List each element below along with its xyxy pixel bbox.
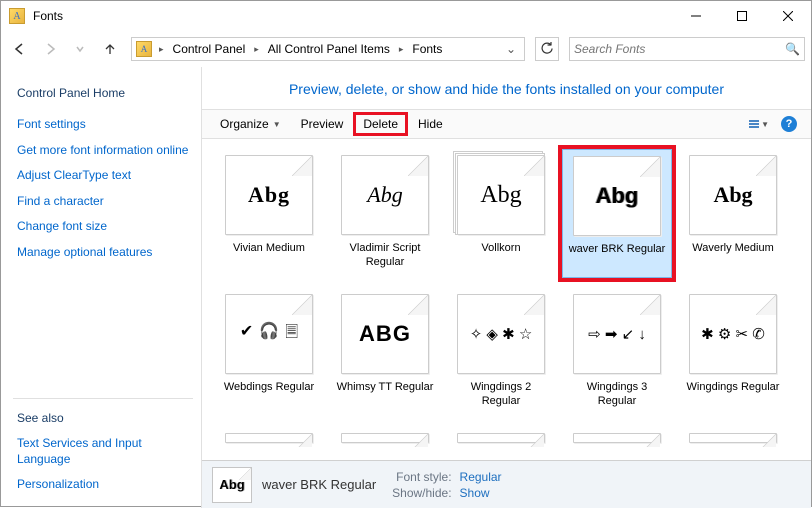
help-button[interactable]: ?	[775, 112, 803, 136]
sidebar-header: Control Panel Home	[13, 81, 193, 106]
details-label: Show/hide:	[392, 486, 451, 500]
chevron-right-icon: ▸	[396, 44, 407, 55]
font-item[interactable]: Abg Vivian Medium	[214, 149, 324, 278]
font-item[interactable]: ✔ 🎧 🗏 Webdings Regular	[214, 288, 324, 417]
font-item[interactable]	[214, 427, 324, 447]
chevron-right-icon: ▸	[156, 44, 167, 55]
font-grid: Abg Vivian Medium Abg Vladimir Script Re…	[202, 139, 811, 460]
view-options-button[interactable]: ▼	[743, 116, 775, 133]
font-item[interactable]	[562, 427, 672, 447]
window-controls	[673, 1, 811, 31]
close-button[interactable]	[765, 1, 811, 31]
sidebar-link-text-services[interactable]: Text Services and Input Language	[13, 431, 193, 472]
font-preview-icon	[689, 433, 777, 443]
details-icon: Abg	[212, 467, 252, 503]
font-item[interactable]: Abg Vladimir Script Regular	[330, 149, 440, 278]
sidebar-link-font-size[interactable]: Change font size	[13, 214, 193, 240]
search-box[interactable]: 🔍	[569, 37, 805, 61]
font-label: Vladimir Script Regular	[330, 239, 440, 276]
window-title: Fonts	[33, 9, 673, 23]
sidebar-link-personalization[interactable]: Personalization	[13, 472, 193, 498]
font-preview-icon: Abg	[457, 155, 545, 235]
sidebar-link-optional-features[interactable]: Manage optional features	[13, 240, 193, 266]
font-preview-icon	[341, 433, 429, 443]
font-item[interactable]	[330, 427, 440, 447]
font-item[interactable]: ✱ ⚙ ✂ ✆ Wingdings Regular	[678, 288, 788, 417]
font-preview-icon: Abg	[689, 155, 777, 235]
font-preview-icon: Abg	[341, 155, 429, 235]
font-preview-icon	[457, 433, 545, 443]
details-value: Show	[460, 486, 502, 500]
font-label: Wingdings Regular	[683, 378, 784, 408]
details-value: Regular	[460, 470, 502, 484]
folder-icon: A	[136, 41, 152, 57]
hide-button[interactable]: Hide	[408, 112, 453, 136]
search-icon[interactable]: 🔍	[785, 42, 800, 56]
font-label: Wingdings 2 Regular	[446, 378, 556, 415]
details-pane: Abg waver BRK Regular Font style: Regula…	[202, 460, 811, 508]
font-item[interactable]: Abg waver BRK Regular	[562, 149, 672, 278]
font-label: Vivian Medium	[229, 239, 309, 269]
address-bar[interactable]: A ▸ Control Panel ▸ All Control Panel It…	[131, 37, 525, 61]
font-preview-icon: ✱ ⚙ ✂ ✆	[689, 294, 777, 374]
refresh-button[interactable]	[535, 37, 559, 61]
font-item[interactable]	[678, 427, 788, 447]
toolbar: Organize▼ Preview Delete Hide ▼ ?	[202, 109, 811, 139]
font-preview-icon: Abg	[225, 155, 313, 235]
font-preview-icon	[225, 433, 313, 443]
font-label: Wingdings 3 Regular	[562, 378, 672, 415]
font-label: Webdings Regular	[220, 378, 318, 408]
forward-button[interactable]	[37, 36, 63, 62]
font-item[interactable]: ⇨ ➡ ↙ ↓ Wingdings 3 Regular	[562, 288, 672, 417]
font-label: Vollkorn	[477, 239, 524, 269]
font-item[interactable]: ABG Whimsy TT Regular	[330, 288, 440, 417]
sidebar-seealso-header: See also	[13, 398, 193, 431]
font-preview-icon	[573, 433, 661, 443]
font-preview-icon: ⇨ ➡ ↙ ↓	[573, 294, 661, 374]
font-preview-icon: Abg	[573, 156, 661, 236]
breadcrumb-item[interactable]: Control Panel	[167, 42, 252, 56]
breadcrumb-item[interactable]: All Control Panel Items	[262, 42, 396, 56]
font-preview-icon: ✔ 🎧 🗏	[225, 294, 313, 374]
sidebar-link-more-info[interactable]: Get more font information online	[13, 138, 193, 164]
font-label: waver BRK Regular	[565, 240, 670, 270]
details-font-name: waver BRK Regular	[262, 477, 376, 492]
maximize-button[interactable]	[719, 1, 765, 31]
sidebar: Control Panel Home Font settings Get mor…	[1, 67, 201, 508]
navigation-row: A ▸ Control Panel ▸ All Control Panel It…	[1, 31, 811, 67]
delete-button[interactable]: Delete	[353, 112, 408, 136]
details-label: Font style:	[392, 470, 451, 484]
font-item[interactable]: Abg Waverly Medium	[678, 149, 788, 278]
titlebar: A Fonts	[1, 1, 811, 31]
sidebar-link-cleartype[interactable]: Adjust ClearType text	[13, 163, 193, 189]
font-item[interactable]	[446, 427, 556, 447]
window-icon: A	[9, 8, 25, 24]
organize-button[interactable]: Organize▼	[210, 112, 291, 136]
chevron-right-icon: ▸	[251, 44, 262, 55]
font-item[interactable]: ✧ ◈ ✱ ☆ Wingdings 2 Regular	[446, 288, 556, 417]
preview-button[interactable]: Preview	[291, 112, 354, 136]
sidebar-link-find-char[interactable]: Find a character	[13, 189, 193, 215]
sidebar-link-font-settings[interactable]: Font settings	[13, 112, 193, 138]
font-item[interactable]: Abg Vollkorn	[446, 149, 556, 278]
font-preview-icon: ✧ ◈ ✱ ☆	[457, 294, 545, 374]
back-button[interactable]	[7, 36, 33, 62]
search-input[interactable]	[574, 42, 785, 56]
breadcrumb-item[interactable]: Fonts	[406, 42, 448, 56]
up-button[interactable]	[97, 36, 123, 62]
page-header: Preview, delete, or show and hide the fo…	[202, 67, 811, 109]
font-label: Waverly Medium	[688, 239, 778, 269]
minimize-button[interactable]	[673, 1, 719, 31]
font-label: Whimsy TT Regular	[333, 378, 438, 408]
recent-dropdown[interactable]	[67, 36, 93, 62]
font-preview-icon: ABG	[341, 294, 429, 374]
content-area: Preview, delete, or show and hide the fo…	[201, 67, 811, 508]
address-dropdown[interactable]: ⌄	[502, 42, 520, 56]
